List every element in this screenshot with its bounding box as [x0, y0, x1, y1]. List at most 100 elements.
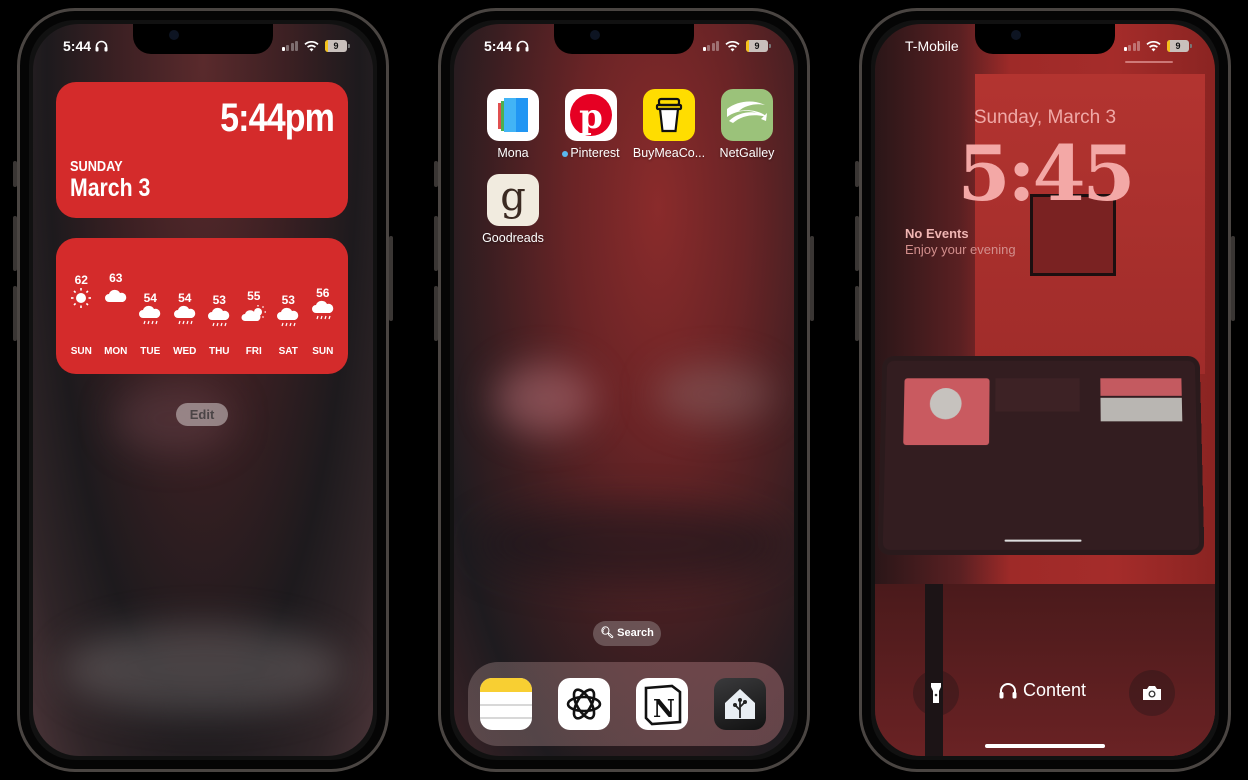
volume-down-button	[13, 286, 17, 341]
rain-icon	[310, 300, 336, 322]
status-time: 5:44	[63, 38, 92, 54]
forecast-day-label: MON	[104, 346, 128, 357]
forecast-day-label: FRI	[245, 346, 262, 357]
flashlight-button[interactable]	[913, 670, 959, 716]
forecast-temp: 54	[178, 290, 192, 305]
forecast-day-label: TUE	[140, 346, 161, 357]
headphones-icon	[999, 683, 1017, 699]
buymeacoffee-icon	[643, 89, 695, 141]
mute-switch	[13, 161, 17, 187]
lock-date: Sunday, March 3	[973, 107, 1117, 128]
cloudy-icon	[103, 285, 129, 307]
battery-icon: 9	[1167, 40, 1192, 52]
battery-icon: 9	[325, 40, 350, 52]
sunny-icon	[68, 287, 94, 309]
forecast-temp: 55	[247, 288, 261, 303]
forecast-day: 54 TUE	[133, 238, 168, 374]
headphones-icon	[95, 40, 108, 52]
partly-cloudy-icon	[241, 303, 267, 325]
status-time: 5:44	[484, 38, 513, 54]
phone-widgets: 5:44 9 5:44pm SUNDAY March 3 62 SUN 63 MON 5…	[13, 8, 393, 772]
rain-icon	[137, 305, 163, 327]
side-button	[389, 236, 393, 321]
wifi-icon	[725, 40, 740, 51]
forecast-temp: 53	[212, 293, 226, 307]
home-screen: 5:44 9 Mona p Pinterest BuyMeaCo... NetG…	[454, 24, 794, 756]
side-button	[810, 236, 814, 321]
app-goodreads[interactable]: g Goodreads	[474, 174, 552, 245]
search-icon: 🔍︎	[600, 627, 615, 639]
volume-up-button	[13, 216, 17, 271]
lock-time: 5:45	[957, 129, 1136, 218]
svg-text:g: g	[500, 174, 526, 220]
volume-up-button	[434, 216, 438, 271]
spotlight-search-button[interactable]: 🔍︎ Search	[593, 621, 661, 646]
phone-lock-screen: T-Mobile 9 Sunday, March 3 5:45 No Event…	[855, 8, 1235, 772]
camera-button[interactable]	[1129, 670, 1175, 716]
phone-home-apps: 5:44 9 Mona p Pinterest BuyMeaCo... NetG…	[434, 8, 814, 772]
carrier-name: T-Mobile	[905, 38, 959, 54]
netgalley-icon	[721, 89, 773, 141]
svg-text:N: N	[653, 694, 675, 723]
three-phone-comparison: 5:44 9 5:44pm SUNDAY March 3 62 SUN 63 MON 5…	[0, 0, 1248, 780]
home-indicator[interactable]	[985, 744, 1105, 748]
notes-icon[interactable]	[480, 678, 532, 730]
forecast-day: 53 SAT	[271, 238, 306, 374]
app-netgalley[interactable]: NetGalley	[708, 89, 786, 160]
pinterest-icon: p	[565, 89, 617, 141]
forecast-day: 54 WED	[168, 238, 203, 374]
forecast-temp: 54	[143, 290, 157, 305]
app-mona[interactable]: Mona	[474, 89, 552, 160]
side-button	[1231, 236, 1235, 321]
rain-icon	[275, 307, 301, 329]
forecast-day-label: SAT	[278, 346, 298, 357]
camera-icon	[1143, 686, 1161, 700]
widget-time: 5:44pm	[220, 96, 335, 140]
notion-icon[interactable]: N	[636, 678, 688, 730]
forecast-day: 56 SUN	[306, 238, 341, 374]
cellular-signal-icon	[281, 41, 298, 51]
forecast-day-label: WED	[173, 346, 197, 357]
svg-text:p: p	[579, 97, 603, 137]
volume-down-button	[855, 286, 859, 341]
lock-screen: T-Mobile 9 Sunday, March 3 5:45 No Event…	[875, 24, 1215, 756]
widget-day: SUNDAY	[70, 158, 123, 175]
home-assistant-icon[interactable]	[714, 678, 766, 730]
forecast-day-label: THU	[208, 346, 230, 357]
forecast-temp: 56	[316, 286, 330, 301]
rain-icon	[206, 307, 232, 329]
chatgpt-icon[interactable]	[558, 678, 610, 730]
wifi-icon	[1146, 40, 1161, 51]
rain-icon	[172, 305, 198, 327]
new-badge-dot	[562, 150, 569, 157]
forecast-temp: 53	[281, 293, 295, 307]
calendar-widget-title[interactable]: No Events	[905, 226, 969, 241]
weather-widget[interactable]: 62 SUN 63 MON 54 TUE 54 WED 53 THU 55 FRI 53 SAT 56 SUN	[56, 238, 348, 374]
headphones-icon	[516, 40, 529, 52]
battery-icon: 9	[746, 40, 771, 52]
cellular-signal-icon	[702, 41, 719, 51]
forecast-day: 63 MON	[99, 238, 134, 374]
edit-button[interactable]: Edit	[176, 403, 228, 426]
app-pinterest[interactable]: p Pinterest	[552, 89, 630, 160]
cellular-signal-icon	[1123, 41, 1140, 51]
forecast-day: 55 FRI	[237, 238, 272, 374]
status-bar: 5:44 9	[33, 38, 373, 56]
forecast-day: 62 SUN	[64, 238, 99, 374]
clock-widget[interactable]: 5:44pm SUNDAY March 3	[56, 82, 348, 218]
widget-date: March 3	[70, 174, 151, 202]
app-buymeacoffee[interactable]: BuyMeaCo...	[630, 89, 708, 160]
mute-switch	[434, 161, 438, 187]
control-center-indicator[interactable]	[1125, 61, 1173, 63]
focus-mode-indicator[interactable]: Content	[999, 680, 1086, 701]
volume-up-button	[855, 216, 859, 271]
status-bar: 5:44 9	[454, 38, 794, 56]
forecast-day-label: SUN	[312, 346, 334, 357]
wallpaper-ipad	[877, 356, 1205, 555]
home-screen: 5:44 9 5:44pm SUNDAY March 3 62 SUN 63 MON 5…	[33, 24, 373, 756]
wifi-icon	[304, 40, 319, 51]
forecast-day: 53 THU	[202, 238, 237, 374]
dock: N	[468, 662, 784, 746]
forecast-temp: 62	[74, 273, 88, 288]
goodreads-icon: g	[487, 174, 539, 226]
